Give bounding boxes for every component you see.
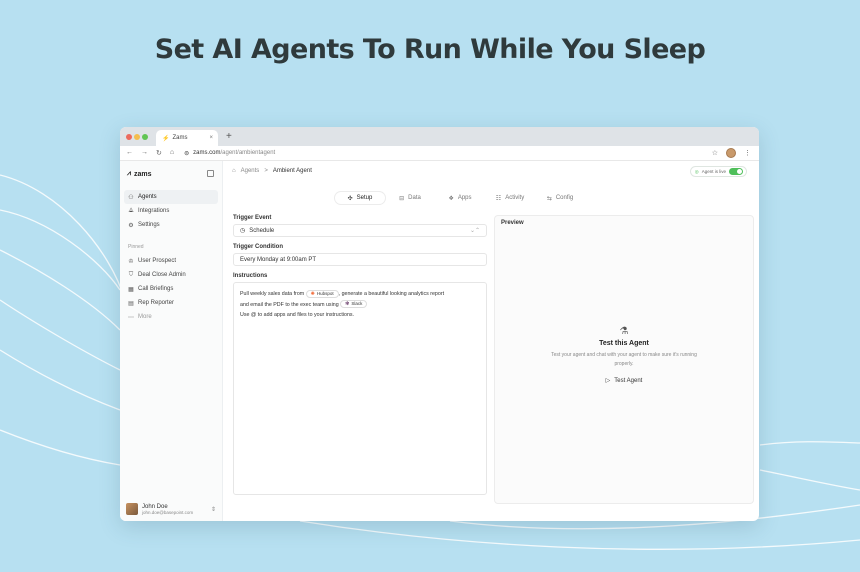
database-icon: ⊟ [399,195,405,202]
breadcrumb-current: Ambient Agent [272,168,312,174]
gear-icon: ⚙ [128,222,134,229]
bookmark-star-icon[interactable]: ☆ [712,149,718,157]
page-headline: Set AI Agents To Run While You Sleep [154,34,706,65]
breadcrumb-agents-link[interactable]: Agents [241,168,260,174]
browser-toolbar: ← → ↻ ⌂ ⊜ zams.com/agent/ambientagent ☆ … [120,146,759,161]
badge-icon: ⛉ [128,271,134,278]
tab-activity[interactable]: ☷ Activity [485,192,535,204]
instructions-hint: Use @ to add apps and files to your inst… [240,312,355,318]
close-tab-icon[interactable]: × [209,135,213,141]
browser-menu-icon[interactable]: ⋮ [744,149,751,157]
user-profile-menu[interactable]: John Doe john.doe@basepoint.com ⇕ [126,503,216,515]
zams-logo-icon: ⩘ [127,170,131,177]
sidebar-item-settings[interactable]: ⚙ Settings [124,218,218,232]
address-bar[interactable]: ⊜ zams.com/agent/ambientagent [184,150,275,157]
apps-icon: ❖ [448,195,454,202]
preview-panel: Preview ⚗ Test this Agent Test your agen… [494,215,754,504]
main-content: ⌂ Agents > Ambient Agent ◎ Agent is live… [223,161,759,521]
sidebar-item-call-briefings[interactable]: ▦ Call Briefings [124,282,218,296]
chevron-updown-icon: ⌄⌃ [469,228,480,234]
reload-icon[interactable]: ↻ [156,149,162,157]
config-icon: ⇆ [546,195,552,202]
agent-tabs: ✣ Setup ⊟ Data ❖ Apps ☷ Activity ⇆ Confi… [335,192,585,204]
site-info-icon[interactable]: ⊜ [184,150,189,157]
sidebar-item-rep-reporter[interactable]: ▤ Rep Reporter [124,296,218,310]
tab-apps[interactable]: ❖ Apps [435,192,485,204]
agent-setup-form: Trigger Event ◷ Schedule ⌄⌃ Trigger Cond… [233,215,487,495]
browser-tab-title: Zams [172,135,188,141]
hubspot-chip[interactable]: ✺ Hubspot [305,289,339,298]
collapse-sidebar-icon[interactable] [207,170,214,177]
user-avatar [126,503,138,515]
sidebar-item-integrations[interactable]: ⟁ Integrations [124,204,218,218]
instructions-label: Instructions [233,273,268,279]
test-agent-button[interactable]: ▷ Test Agent [605,377,643,385]
user-email: john.doe@basepoint.com [142,509,194,515]
browser-tab-bar: ⚡ Zams × + [120,127,759,146]
profile-avatar[interactable] [726,148,736,158]
activity-icon: ☷ [495,195,502,202]
sidebar-item-deal-close-admin[interactable]: ⛉ Deal Close Admin [124,268,218,282]
new-tab-button[interactable]: + [226,131,232,142]
favicon-icon: ⚡ [162,135,170,142]
clock-icon: ◷ [240,228,246,234]
url-path: /agent/ambientagent [220,150,276,156]
agent-live-toggle[interactable]: ◎ Agent is live [689,166,747,177]
agents-breadcrumb-icon: ⌂ [232,168,236,174]
chevron-updown-icon: ⇕ [210,506,216,513]
trigger-event-label: Trigger Event [233,215,272,221]
breadcrumb-separator: > [264,168,268,174]
sidebar-item-agents[interactable]: ⚇ Agents [124,190,218,204]
minimize-window-button[interactable] [134,134,140,140]
browser-window: ⚡ Zams × + ← → ↻ ⌂ ⊜ zams.com/agent/ambi… [120,127,759,521]
document-icon: ▤ [128,300,134,307]
setup-icon: ✣ [347,195,353,202]
breadcrumb: ⌂ Agents > Ambient Agent [223,161,759,181]
trigger-condition-input[interactable]: Every Monday at 9:00am PT [233,253,487,266]
preview-heading: Test this Agent [599,340,649,347]
live-status-icon: ◎ [694,168,699,174]
app-body: ⩘ zams ⚇ Agents ⟁ Integrations ⚙ Setting… [120,161,759,521]
trigger-event-select[interactable]: ◷ Schedule ⌄⌃ [233,224,487,237]
preview-subtext: Test your agent and chat with your agent… [551,352,697,367]
slack-icon: ✻ [345,301,350,308]
tab-setup[interactable]: ✣ Setup [335,192,385,204]
maximize-window-button[interactable] [142,134,148,140]
bot-icon: ⚇ [128,194,134,201]
pinned-section-label: Pinned [128,244,144,250]
toggle-switch[interactable] [729,168,743,175]
back-icon[interactable]: ← [126,149,133,157]
url-host: zams.com [193,150,221,156]
forward-icon[interactable]: → [141,149,148,157]
sidebar: ⩘ zams ⚇ Agents ⟁ Integrations ⚙ Setting… [120,161,223,521]
preview-title: Preview [501,220,524,226]
tab-config[interactable]: ⇆ Config [535,192,585,204]
close-window-button[interactable] [126,134,132,140]
sidebar-item-user-prospect[interactable]: ♔ User Prospect [124,254,218,268]
trophy-icon: ♔ [128,258,134,265]
calendar-icon: ▦ [128,286,134,293]
browser-tab[interactable]: ⚡ Zams × [156,130,218,146]
play-icon: ▷ [605,378,611,384]
integrations-icon: ⟁ [128,207,134,214]
more-dots-icon: ⋯ [128,314,134,321]
home-icon[interactable]: ⌂ [170,149,174,157]
sidebar-item-more[interactable]: ⋯ More [124,310,218,324]
flask-icon: ⚗ [619,326,629,337]
tab-data[interactable]: ⊟ Data [385,192,435,204]
hubspot-icon: ✺ [310,290,315,297]
instructions-textarea[interactable]: Pull weekly sales data from ✺ Hubspot, ge… [233,282,487,495]
agent-live-label: Agent is live [701,169,726,174]
slack-chip[interactable]: ✻ Slack [340,300,368,309]
trigger-condition-label: Trigger Condition [233,244,283,250]
